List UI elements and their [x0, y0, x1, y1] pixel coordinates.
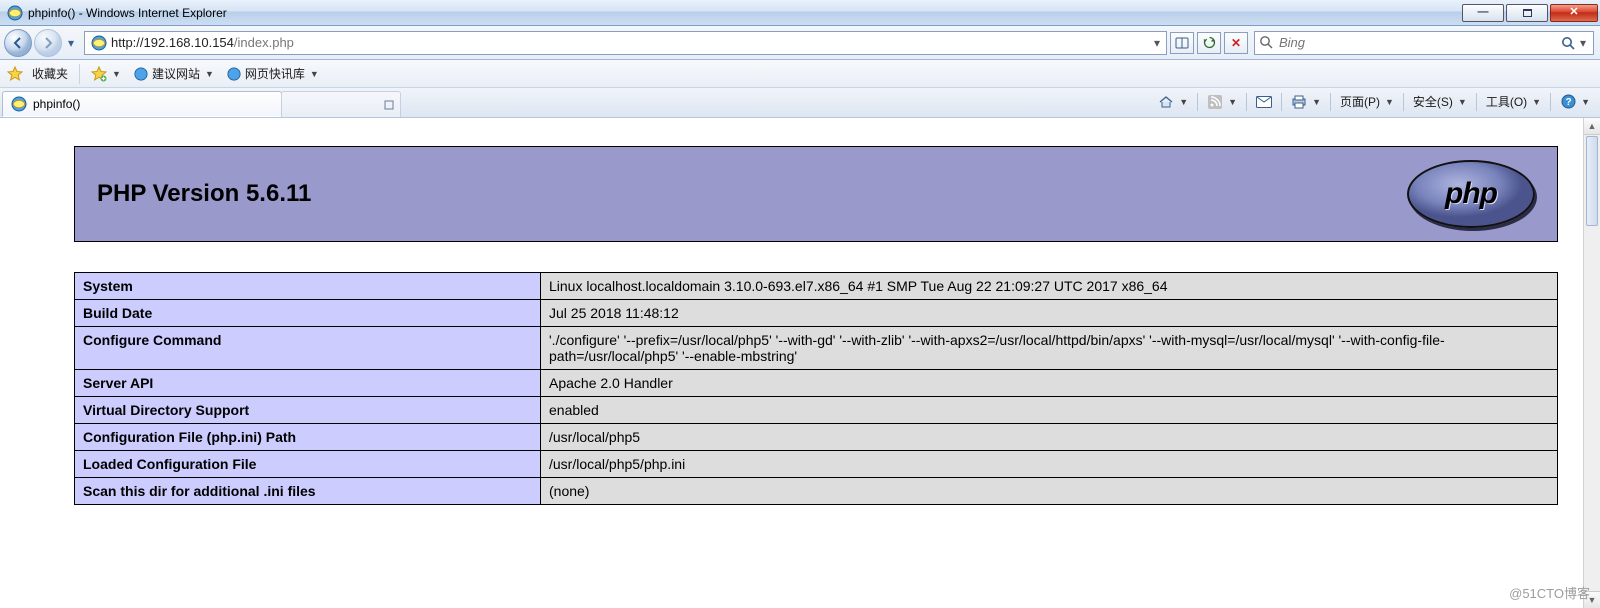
command-bar: ▼ ▼ ▼ 页面(P)▼ 安全(S)▼ 工具(O) — [1154, 88, 1600, 117]
window-maximize-button[interactable] — [1506, 4, 1548, 22]
chevron-down-icon: ▼ — [310, 69, 319, 79]
address-bar-row: ▾ http://192.168.10.154/index.php ▾ ✕ ▾ — [0, 26, 1600, 60]
php-logo: php — [1407, 160, 1535, 228]
phpinfo-key: Scan this dir for additional .ini files — [75, 478, 541, 505]
rss-icon — [1207, 94, 1223, 110]
back-button[interactable] — [4, 29, 32, 57]
mail-icon — [1256, 94, 1272, 110]
page-menu-label: 页面(P) — [1340, 93, 1380, 110]
favorites-star-icon[interactable] — [6, 65, 24, 83]
table-row: Loaded Configuration File/usr/local/php5… — [75, 451, 1558, 478]
phpinfo-value: /usr/local/php5/php.ini — [541, 451, 1558, 478]
help-icon: ? — [1560, 94, 1576, 110]
feeds-button[interactable]: ▼ — [1203, 92, 1241, 112]
address-bar[interactable]: http://192.168.10.154/index.php ▾ — [84, 31, 1167, 55]
url-scheme: http:// — [111, 35, 144, 50]
table-row: Virtual Directory Supportenabled — [75, 397, 1558, 424]
search-go-button[interactable] — [1561, 36, 1577, 50]
tab-strip: phpinfo() ▼ ▼ ▼ 页面(P)▼ — [0, 88, 1600, 118]
phpinfo-header: PHP Version 5.6.11 php — [74, 146, 1558, 242]
phpinfo-page: PHP Version 5.6.11 php SystemLinux local… — [0, 118, 1600, 505]
refresh-button[interactable] — [1197, 32, 1221, 54]
window-title: phpinfo() - Windows Internet Explorer — [28, 6, 227, 20]
phpinfo-key: Configure Command — [75, 327, 541, 370]
site-ie-icon — [91, 35, 107, 51]
phpinfo-key: Virtual Directory Support — [75, 397, 541, 424]
favorites-label[interactable]: 收藏夹 — [28, 63, 72, 84]
search-input[interactable] — [1279, 35, 1561, 50]
phpinfo-key: Loaded Configuration File — [75, 451, 541, 478]
phpinfo-value: /usr/local/php5 — [541, 424, 1558, 451]
phpinfo-value: enabled — [541, 397, 1558, 424]
add-fav-dropdown-icon: ▼ — [112, 69, 121, 79]
phpinfo-value: './configure' '--prefix=/usr/local/php5'… — [541, 327, 1558, 370]
phpinfo-key: Server API — [75, 370, 541, 397]
home-icon — [1158, 94, 1174, 110]
nav-history-dropdown[interactable]: ▾ — [64, 29, 78, 57]
favorites-bar: 收藏夹 ▼ 建议网站 ▼ 网页快讯库 ▼ — [0, 60, 1600, 88]
tab-title: phpinfo() — [33, 97, 80, 111]
table-row: Build DateJul 25 2018 11:48:12 — [75, 300, 1558, 327]
php-version-title: PHP Version 5.6.11 — [97, 180, 311, 208]
suggested-sites-menu[interactable]: 建议网站 ▼ — [129, 63, 218, 84]
tools-menu[interactable]: 工具(O)▼ — [1482, 91, 1545, 112]
table-row: SystemLinux localhost.localdomain 3.10.0… — [75, 273, 1558, 300]
phpinfo-value: (none) — [541, 478, 1558, 505]
watermark-text: @51CTO博客 — [1509, 583, 1590, 602]
compat-view-button[interactable] — [1170, 32, 1194, 54]
table-row: Scan this dir for additional .ini files(… — [75, 478, 1558, 505]
phpinfo-key: Build Date — [75, 300, 541, 327]
search-dropdown[interactable]: ▾ — [1577, 36, 1589, 50]
window-minimize-button[interactable]: — — [1462, 4, 1504, 22]
content-viewport: PHP Version 5.6.11 php SystemLinux local… — [0, 118, 1600, 608]
new-tab-button[interactable] — [281, 91, 401, 117]
search-provider-icon — [1259, 35, 1275, 51]
printer-icon — [1291, 94, 1307, 110]
url-text: http://192.168.10.154/index.php — [111, 35, 1150, 50]
php-logo-text: php — [1445, 177, 1497, 211]
svg-text:?: ? — [1565, 97, 1571, 108]
chevron-down-icon: ▼ — [205, 69, 214, 79]
scroll-up-button[interactable]: ▲ — [1584, 118, 1600, 135]
vertical-scrollbar[interactable]: ▲ ▼ — [1583, 118, 1600, 608]
print-button[interactable]: ▼ — [1287, 92, 1325, 112]
star-add-icon — [91, 66, 107, 82]
new-tab-icon — [384, 100, 394, 110]
phpinfo-value: Jul 25 2018 11:48:12 — [541, 300, 1558, 327]
url-path: /index.php — [234, 35, 294, 50]
read-mail-button[interactable] — [1252, 92, 1276, 112]
forward-button[interactable] — [34, 29, 62, 57]
phpinfo-value: Linux localhost.localdomain 3.10.0-693.e… — [541, 273, 1558, 300]
phpinfo-value: Apache 2.0 Handler — [541, 370, 1558, 397]
scroll-thumb[interactable] — [1586, 136, 1598, 226]
table-row: Server APIApache 2.0 Handler — [75, 370, 1558, 397]
safety-menu[interactable]: 安全(S)▼ — [1409, 91, 1471, 112]
help-button[interactable]: ? ▼ — [1556, 92, 1594, 112]
suggested-sites-label: 建议网站 — [152, 65, 200, 82]
window-close-button[interactable]: ✕ — [1550, 4, 1598, 22]
tools-menu-label: 工具(O) — [1486, 93, 1527, 110]
home-button[interactable]: ▼ — [1154, 92, 1192, 112]
ie-small-icon-2 — [226, 66, 242, 82]
table-row: Configure Command'./configure' '--prefix… — [75, 327, 1558, 370]
ie-app-icon — [7, 5, 23, 21]
ie-small-icon — [133, 66, 149, 82]
safety-menu-label: 安全(S) — [1413, 93, 1453, 110]
window-titlebar: phpinfo() - Windows Internet Explorer — … — [0, 0, 1600, 26]
phpinfo-key: System — [75, 273, 541, 300]
phpinfo-table: SystemLinux localhost.localdomain 3.10.0… — [74, 272, 1558, 505]
add-favorite-button[interactable]: ▼ — [87, 64, 125, 84]
page-menu[interactable]: 页面(P)▼ — [1336, 91, 1398, 112]
search-box[interactable]: ▾ — [1254, 31, 1594, 55]
address-dropdown[interactable]: ▾ — [1150, 36, 1164, 50]
table-row: Configuration File (php.ini) Path/usr/lo… — [75, 424, 1558, 451]
phpinfo-key: Configuration File (php.ini) Path — [75, 424, 541, 451]
web-slice-label: 网页快讯库 — [245, 65, 305, 82]
stop-button[interactable]: ✕ — [1224, 32, 1248, 54]
tab-ie-icon — [11, 96, 27, 112]
favbar-separator — [79, 64, 80, 84]
web-slice-menu[interactable]: 网页快讯库 ▼ — [222, 63, 323, 84]
url-host: 192.168.10.154 — [144, 35, 234, 50]
tab-phpinfo[interactable]: phpinfo() — [2, 91, 282, 117]
